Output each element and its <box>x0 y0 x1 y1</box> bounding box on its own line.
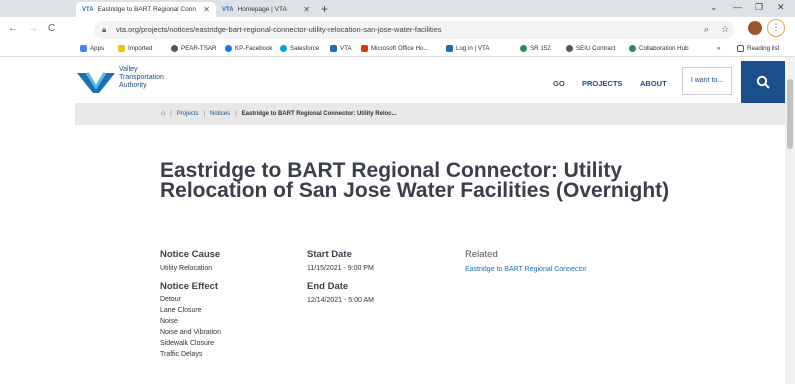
globe-icon <box>171 45 178 52</box>
apps-grid-icon <box>80 45 87 52</box>
bookmark-collaboration-hub[interactable]: Collaboration Hub <box>629 45 689 52</box>
address-bar[interactable]: 🔒︎ vta.org/projects/notices/eastridge-ba… <box>94 21 734 39</box>
teams-icon <box>629 45 636 52</box>
notice-effect-item: Detour <box>160 296 182 303</box>
globe-icon <box>566 45 573 52</box>
end-date-label: End Date <box>307 281 349 292</box>
tab-title: Eastridge to BART Regional Conn <box>97 6 196 13</box>
bookmarks-bar: Apps Imported PEAR-TSAR KP-Facebook Sale… <box>0 43 795 57</box>
chevron-down-icon[interactable]: ⌄ <box>710 2 718 13</box>
browser-toolbar: ← → C 🔒︎ vta.org/projects/notices/eastri… <box>0 17 795 43</box>
reading-list-button[interactable]: Reading list <box>737 45 779 52</box>
notice-cause-label: Notice Cause <box>160 249 221 260</box>
breadcrumb: ⌂ | Projects | Notices | Eastridge to BA… <box>75 103 785 125</box>
notice-effect-item: Traffic Delays <box>160 351 203 358</box>
bookmark-vta-login[interactable]: Log in | VTA <box>446 45 489 52</box>
bookmark-microsoft-office[interactable]: Microsoft Office Ho... <box>361 45 429 52</box>
notice-effect-item: Sidewalk Closure <box>160 340 215 347</box>
nav-about[interactable]: ABOUT <box>640 79 667 88</box>
vta-favicon-icon <box>446 45 453 52</box>
minimize-icon[interactable]: — <box>733 2 742 12</box>
vta-logo-icon[interactable] <box>77 69 115 93</box>
start-date-label: Start Date <box>307 249 352 260</box>
browser-tab-strip: VTA Eastridge to BART Regional Conn ✕ VT… <box>0 0 795 17</box>
browser-menu-icon[interactable]: ⋮ <box>767 19 785 37</box>
page-title: Eastridge to BART Regional Connector: Ut… <box>160 159 670 202</box>
notice-effect-item: Noise <box>160 318 178 325</box>
end-date-value: 12/14/2021 - 5:00 AM <box>307 297 374 304</box>
bookmark-seiu-contract[interactable]: SEIU Contract <box>566 45 616 52</box>
new-tab-button[interactable]: + <box>321 2 328 16</box>
close-icon[interactable]: ✕ <box>303 5 310 14</box>
search-icon <box>756 75 770 89</box>
vta-favicon-icon <box>330 45 337 52</box>
notice-effect-item: Noise and Vibration <box>160 329 221 336</box>
bookmark-vta[interactable]: VTA <box>330 45 352 52</box>
bookmark-apps[interactable]: Apps <box>80 45 104 52</box>
salesforce-cloud-icon <box>280 45 287 52</box>
forward-icon[interactable]: → <box>28 23 38 34</box>
url-text: vta.org/projects/notices/eastridge-bart-… <box>116 25 442 34</box>
office-icon <box>361 45 368 52</box>
page-viewport: Valley Transportation Authority GO PROJE… <box>0 57 785 384</box>
notice-effect-item: Lane Closure <box>160 307 202 314</box>
bookmark-sr-152[interactable]: SR 152 <box>520 45 551 52</box>
profile-avatar[interactable] <box>748 21 762 35</box>
close-icon[interactable]: ✕ <box>203 5 210 14</box>
folder-icon <box>118 45 125 52</box>
related-project-link[interactable]: Eastridge to BART Regional Connector <box>465 266 587 273</box>
breadcrumb-notices[interactable]: Notices <box>210 111 230 117</box>
page-scrollbar[interactable] <box>785 57 795 384</box>
i-want-to-button[interactable]: I want to... <box>682 67 732 95</box>
breadcrumb-current: Eastridge to BART Regional Connector: Ut… <box>241 110 397 117</box>
bookmark-pear-tsar[interactable]: PEAR-TSAR <box>171 45 216 52</box>
tab-title: Homepage | VTA <box>237 6 287 13</box>
bookmark-salesforce[interactable]: Salesforce <box>280 45 319 52</box>
facebook-icon <box>225 45 232 52</box>
reload-icon[interactable]: C <box>48 23 55 34</box>
browser-tab[interactable]: VTA Homepage | VTA ✕ <box>216 2 316 17</box>
vta-logo-text: Valley Transportation Authority <box>119 66 164 89</box>
start-date-value: 11/15/2021 - 9:00 PM <box>307 265 374 272</box>
breadcrumb-projects[interactable]: Projects <box>177 111 199 117</box>
vta-favicon-icon: VTA <box>222 6 234 13</box>
teams-icon <box>520 45 527 52</box>
lock-icon: 🔒︎ <box>102 25 107 34</box>
window-close-icon[interactable]: ✕ <box>777 2 785 13</box>
site-search-button[interactable] <box>741 61 785 103</box>
notice-effect-list: Detour Lane Closure Noise Noise and Vibr… <box>160 294 221 360</box>
reading-list-icon <box>737 45 744 52</box>
bookmark-star-icon[interactable]: ☆ <box>721 24 729 35</box>
home-icon[interactable]: ⌂ <box>161 110 165 117</box>
vta-favicon-icon: VTA <box>82 6 94 13</box>
bookmark-kp-facebook[interactable]: KP-Facebook <box>225 45 273 52</box>
back-icon[interactable]: ← <box>8 23 18 34</box>
notice-cause-value: Utility Relocation <box>160 265 213 272</box>
site-header: Valley Transportation Authority GO PROJE… <box>0 57 785 103</box>
zoom-icon[interactable]: ⌕ <box>704 24 709 35</box>
browser-tab-active[interactable]: VTA Eastridge to BART Regional Conn ✕ <box>76 2 216 17</box>
scrollbar-thumb[interactable] <box>787 79 793 149</box>
nav-go[interactable]: GO <box>553 79 565 88</box>
related-label: Related <box>465 249 498 260</box>
restore-icon[interactable]: ❐ <box>755 2 763 13</box>
notice-effect-label: Notice Effect <box>160 281 219 292</box>
nav-projects[interactable]: PROJECTS <box>582 79 622 88</box>
bookmarks-overflow-button[interactable]: » <box>717 45 720 52</box>
bookmark-imported[interactable]: Imported <box>118 45 152 52</box>
